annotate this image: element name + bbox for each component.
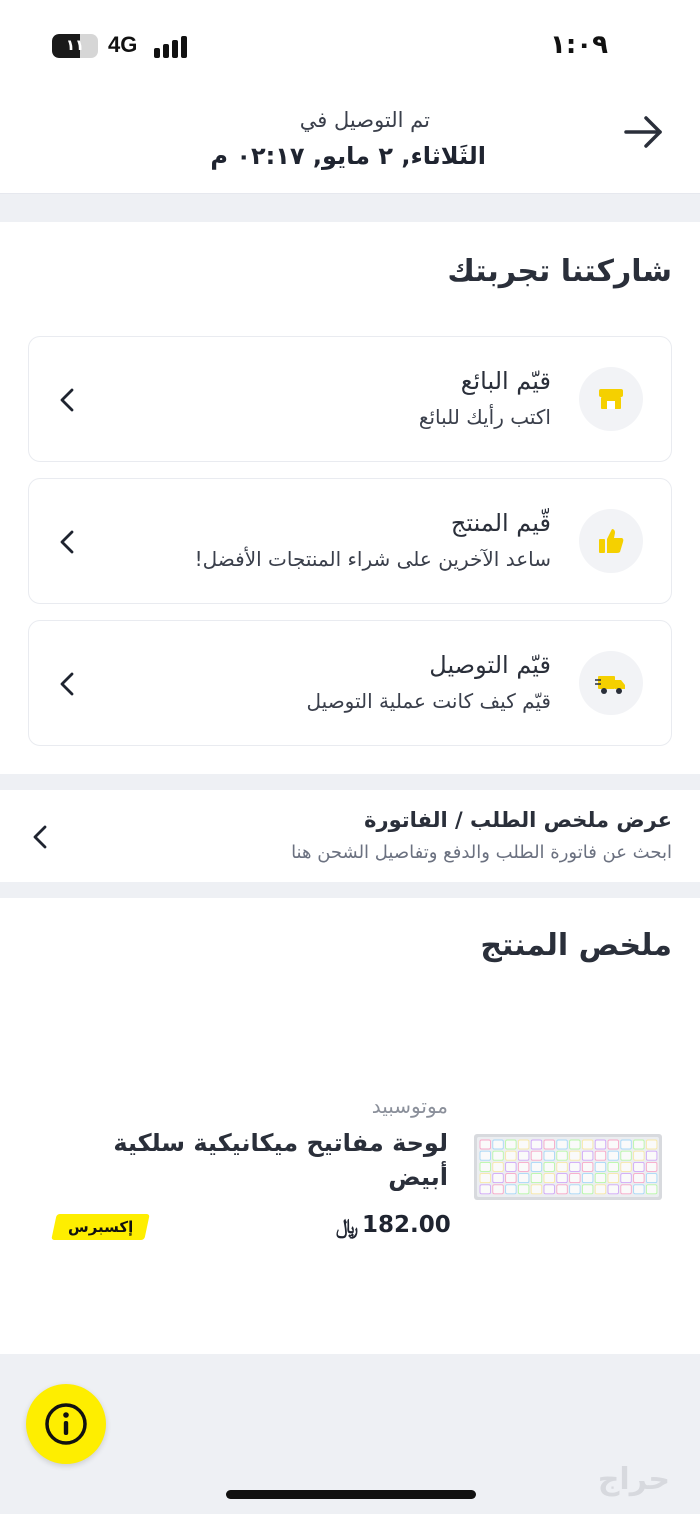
product-brand[interactable]: موتوسبيد [372,1094,448,1118]
rate-delivery-subtitle: قيّم كيف كانت عملية التوصيل [306,689,551,713]
battery-icon: ١١ [52,34,98,58]
chevron-left-icon [60,672,74,696]
share-experience-title: شاركتنا تجربتك [447,254,672,289]
info-icon [45,1403,87,1445]
express-badge-label: إكسبرس [68,1218,134,1236]
rate-seller-title: قيّم البائع [460,367,551,395]
product-summary-section: ملخص المنتج موتوسبيد لوحة مفاتيح ميكانيك… [0,898,700,1354]
delivery-truck-icon [579,651,643,715]
chevron-left-icon [60,388,74,412]
view-invoice-row[interactable]: عرض ملخص الطلب / الفاتورة ابحث عن فاتورة… [0,790,700,882]
order-header: تم التوصيل في الثَلاثاء, ٢ مايو, ٠٢:١٧ م [0,92,700,194]
battery-percent: ١١ [65,36,85,54]
currency-symbol: ﷼ [336,1214,359,1238]
product-name[interactable]: لوحة مفاتيح ميكانيكية سلكية أبيض [88,1126,448,1194]
delivered-date: الثَلاثاء, ٢ مايو, ٠٢:١٧ م [210,142,486,170]
signal-icon [154,36,190,58]
clock: ١:٠٩ [549,30,608,60]
thumbs-up-icon [579,509,643,573]
home-indicator [226,1490,476,1499]
store-icon [579,367,643,431]
network-type: 4G [108,32,138,57]
chevron-left-icon [60,530,74,554]
product-price: 182.00 [362,1212,451,1238]
info-button[interactable] [26,1384,106,1464]
rate-product-subtitle: ساعد الآخرين على شراء المنتجات الأفضل! [194,547,551,571]
express-badge: إكسبرس [51,1214,151,1240]
invoice-title: عرض ملخص الطلب / الفاتورة [364,808,672,832]
chevron-left-icon [33,825,47,849]
watermark: حراج [597,1462,670,1497]
delivered-label: تم التوصيل في [299,108,430,132]
product-summary-title: ملخص المنتج [480,928,672,963]
keyboard-product-image[interactable] [474,1134,662,1200]
rate-product-item[interactable]: قّيم المنتج ساعد الآخرين على شراء المنتج… [28,478,672,604]
rate-product-title: قّيم المنتج [450,509,551,537]
back-arrow-icon[interactable] [620,112,668,152]
share-experience-section: شاركتنا تجربتك قيّم البائع اكتب رأيك للب… [0,222,700,774]
rate-delivery-title: قيّم التوصيل [429,651,551,679]
invoice-subtitle: ابحث عن فاتورة الطلب والدفع وتفاصيل الشح… [291,842,672,863]
rate-seller-subtitle: اكتب رأيك للبائع [418,405,551,429]
status-bar: ١١ 4G ١:٠٩ [0,0,700,92]
rate-seller-item[interactable]: قيّم البائع اكتب رأيك للبائع [28,336,672,462]
rate-delivery-item[interactable]: قيّم التوصيل قيّم كيف كانت عملية التوصيل [28,620,672,746]
